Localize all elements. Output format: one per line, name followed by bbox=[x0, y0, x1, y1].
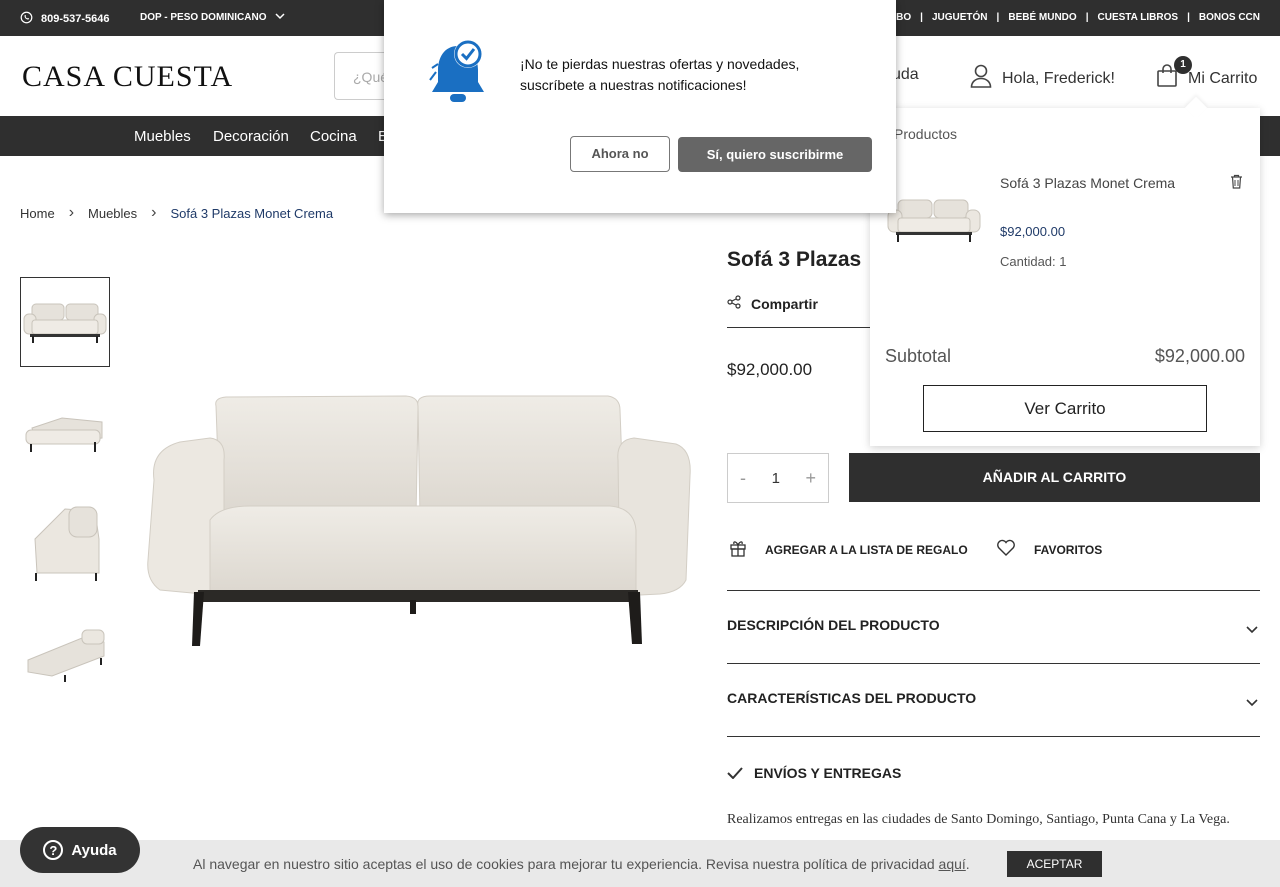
favorites-button[interactable]: FAVORITOS bbox=[996, 539, 1102, 560]
mini-cart-item-name[interactable]: Sofá 3 Plazas Monet Crema bbox=[1000, 175, 1175, 191]
top-link-bebe-mundo[interactable]: BEBÉ MUNDO bbox=[1008, 12, 1076, 23]
popup-message: ¡No te pierdas nuestras ofertas y noveda… bbox=[520, 56, 800, 93]
accordion-description[interactable]: DESCRIPCIÓN DEL PRODUCTO bbox=[727, 590, 1260, 663]
cart-link[interactable]: 1 Mi Carrito bbox=[1156, 56, 1258, 93]
nav-item-decoracion[interactable]: Decoración bbox=[213, 128, 289, 145]
accept-notifications-button[interactable]: Sí, quiero suscribirme bbox=[678, 137, 872, 172]
divider bbox=[727, 327, 877, 328]
shipping-description: Realizamos entregas en las ciudades de S… bbox=[727, 812, 1230, 827]
product-thumbnail-back[interactable] bbox=[20, 607, 110, 697]
subtotal-value: $92,000.00 bbox=[1154, 346, 1245, 366]
mini-cart-item-image[interactable] bbox=[884, 188, 984, 253]
gift-list-label: AGREGAR A LA LISTA DE REGALO bbox=[765, 542, 968, 557]
chevron-right-icon: › bbox=[151, 204, 157, 221]
gift-icon bbox=[729, 539, 747, 560]
notification-permission-popup: ¡No te pierdas nuestras ofertas y noveda… bbox=[384, 0, 896, 213]
whatsapp-icon bbox=[20, 11, 33, 27]
mini-cart-item-price: $92,000.00 bbox=[1000, 224, 1066, 239]
phone-number: 809-537-5646 bbox=[41, 13, 110, 25]
cookie-banner: Al navegar en nuestro sitio aceptas el u… bbox=[0, 840, 1280, 887]
product-title: Sofá 3 Plazas bbox=[727, 248, 862, 271]
quantity-stepper: - 1 + bbox=[727, 453, 829, 503]
user-greeting: Hola, Frederick! bbox=[1002, 69, 1115, 87]
top-link-jugueton[interactable]: JUGUETÓN bbox=[932, 12, 988, 23]
quantity-input[interactable]: 1 bbox=[772, 470, 780, 487]
cookie-message: Al navegar en nuestro sitio aceptas el u… bbox=[193, 856, 939, 872]
chevron-down-icon bbox=[1246, 621, 1258, 639]
product-thumbnail-front[interactable] bbox=[20, 277, 110, 367]
breadcrumb-current: Sofá 3 Plazas Monet Crema bbox=[170, 205, 334, 221]
help-chat-label: Ayuda bbox=[71, 841, 117, 859]
accordion-features-label: CARACTERÍSTICAS DEL PRODUCTO bbox=[727, 690, 977, 706]
decline-notifications-button[interactable]: Ahora no bbox=[570, 136, 670, 172]
privacy-policy-link[interactable]: aquí bbox=[939, 856, 966, 872]
share-button[interactable]: Compartir bbox=[727, 295, 818, 312]
share-icon bbox=[727, 295, 741, 312]
breadcrumb-category[interactable]: Muebles bbox=[88, 206, 137, 221]
accordion-shipping-label: ENVÍOS Y ENTREGAS bbox=[754, 765, 902, 781]
heart-icon bbox=[996, 539, 1016, 560]
mini-cart-item-quantity: Cantidad: 1 bbox=[1000, 254, 1067, 269]
breadcrumb-home[interactable]: Home bbox=[20, 206, 55, 221]
product-main-image[interactable] bbox=[140, 380, 696, 650]
question-icon: ? bbox=[43, 840, 64, 860]
accordion-shipping[interactable]: ENVÍOS Y ENTREGAS bbox=[727, 736, 1260, 796]
mini-cart-heading: Productos bbox=[894, 126, 958, 142]
breadcrumb: Home › Muebles › Sofá 3 Plazas Monet Cre… bbox=[20, 204, 333, 222]
quantity-increment-button[interactable]: + bbox=[805, 468, 816, 489]
phone-link[interactable]: 809-537-5646 bbox=[20, 11, 110, 27]
accordion-description-label: DESCRIPCIÓN DEL PRODUCTO bbox=[727, 617, 940, 633]
bell-icon bbox=[428, 36, 488, 111]
cart-label: Mi Carrito bbox=[1188, 69, 1258, 87]
nav-item-cocina[interactable]: Cocina bbox=[310, 128, 357, 145]
product-price: $92,000.00 bbox=[727, 360, 813, 379]
gift-list-button[interactable]: AGREGAR A LA LISTA DE REGALO bbox=[729, 539, 968, 560]
mini-cart-dropdown: Productos Sofá 3 Plazas Monet Crema $92,… bbox=[870, 96, 1260, 446]
product-thumbnail-side[interactable] bbox=[20, 497, 110, 587]
top-link-cuesta-libros[interactable]: CUESTA LIBROS bbox=[1098, 12, 1179, 23]
user-icon bbox=[970, 64, 992, 93]
chevron-down-icon bbox=[274, 12, 285, 23]
share-label: Compartir bbox=[751, 295, 818, 312]
nav-item-muebles[interactable]: Muebles bbox=[134, 128, 191, 145]
trash-icon[interactable] bbox=[1230, 174, 1243, 194]
cookie-text: Al navegar en nuestro sitio aceptas el u… bbox=[193, 856, 970, 872]
account-link[interactable]: Hola, Frederick! bbox=[970, 64, 1115, 93]
chevron-down-icon bbox=[1246, 694, 1258, 712]
quantity-decrement-button[interactable]: - bbox=[740, 468, 746, 489]
currency-label: DOP - PESO DOMINICANO bbox=[140, 12, 267, 23]
accept-cookies-button[interactable]: ACEPTAR bbox=[1007, 851, 1102, 877]
currency-selector[interactable]: DOP - PESO DOMINICANO bbox=[140, 12, 285, 23]
help-chat-button[interactable]: ? Ayuda bbox=[20, 827, 140, 873]
subtotal-label: Subtotal bbox=[885, 346, 952, 366]
top-link-bonos-ccn[interactable]: BONOS CCN bbox=[1199, 12, 1260, 23]
view-cart-button[interactable]: Ver Carrito bbox=[923, 385, 1207, 432]
chevron-right-icon: › bbox=[68, 204, 75, 221]
cart-count-badge: 1 bbox=[1174, 56, 1192, 74]
logo[interactable]: CASA CUESTA bbox=[22, 60, 233, 94]
cookie-period: . bbox=[965, 856, 970, 872]
top-links: MBO | JUGUETÓN | BEBÉ MUNDO | CUESTA LIBROS… bbox=[887, 12, 1260, 23]
product-thumbnail-angle[interactable] bbox=[20, 387, 110, 477]
favorites-label: FAVORITOS bbox=[1034, 542, 1103, 557]
checkmark-icon bbox=[727, 766, 743, 784]
add-to-cart-button[interactable]: AÑADIR AL CARRITO bbox=[849, 453, 1260, 502]
accordion-features[interactable]: CARACTERÍSTICAS DEL PRODUCTO bbox=[727, 663, 1260, 736]
